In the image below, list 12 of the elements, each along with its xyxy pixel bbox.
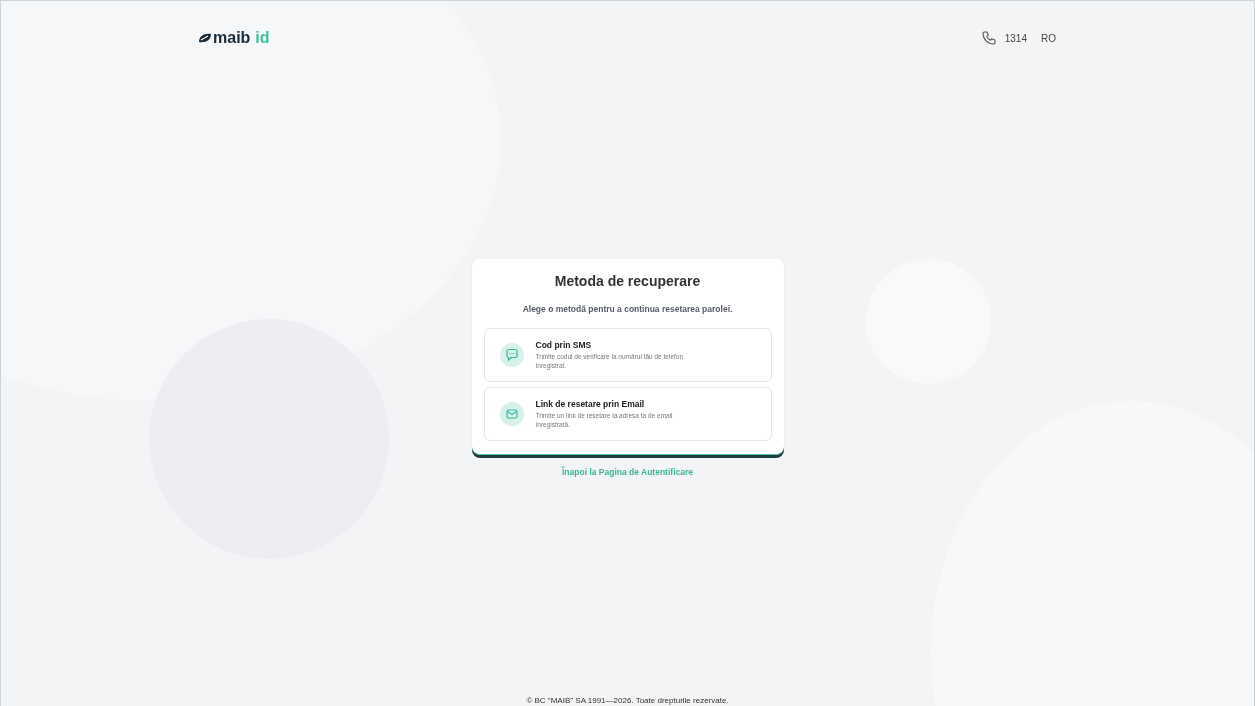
method-title: Link de resetare prin Email: [535, 399, 646, 410]
language-button[interactable]: RO: [1041, 32, 1056, 44]
copyright-text: © BC "MAIB" SA 1991—2026. Toate drepturile rezervate.: [525, 696, 730, 706]
leaf-icon: [198, 33, 212, 43]
card-title: Metoda de recuperare: [553, 273, 702, 289]
envelope-icon: [504, 407, 519, 421]
phone-icon: [980, 30, 997, 46]
phone-link[interactable]: 1314: [980, 30, 1027, 46]
chat-bubble-icon: [504, 348, 519, 362]
method-title: Cod prin SMS: [535, 340, 593, 351]
logo[interactable]: maib id: [198, 29, 270, 47]
card-subtitle: Alege o metodă pentru a continua resetarea parolei.: [521, 304, 734, 314]
